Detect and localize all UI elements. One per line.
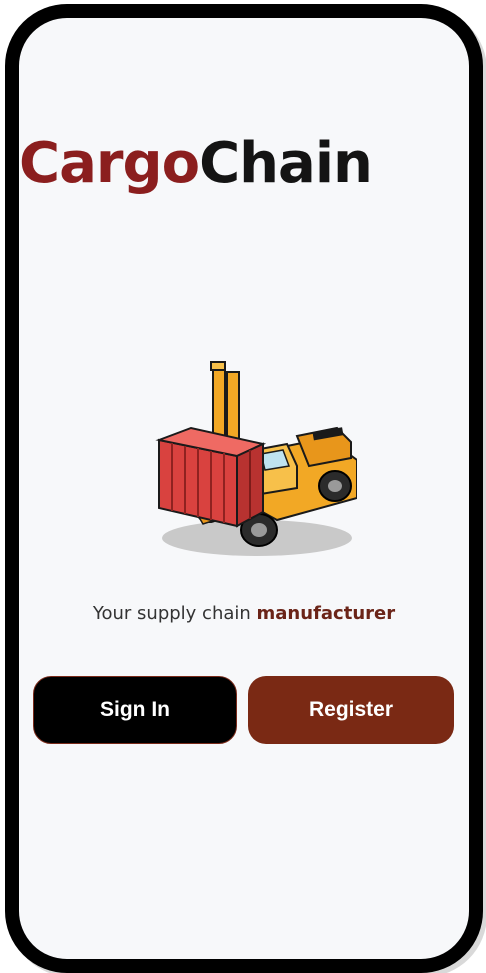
logo-cargo-text: Cargo: [19, 131, 200, 196]
tagline-prefix: Your supply chain: [92, 603, 257, 624]
register-label: Register: [308, 698, 394, 721]
sign-in-button[interactable]: Sign In: [33, 676, 237, 744]
app-logo: CargoChain: [19, 136, 373, 192]
register-button[interactable]: Register: [248, 676, 454, 744]
logo-chain-text: Chain: [199, 131, 373, 196]
forklift-mast-top: [210, 361, 226, 371]
sign-in-label: Sign In: [100, 698, 170, 721]
forklift-window: [260, 449, 291, 471]
phone-frame: CargoChain Your supply chain manufacture…: [5, 4, 483, 973]
tagline: Your supply chain manufacturer: [19, 603, 469, 624]
tagline-accent: manufacturer: [256, 603, 396, 624]
forklift-illustration: [155, 361, 357, 556]
